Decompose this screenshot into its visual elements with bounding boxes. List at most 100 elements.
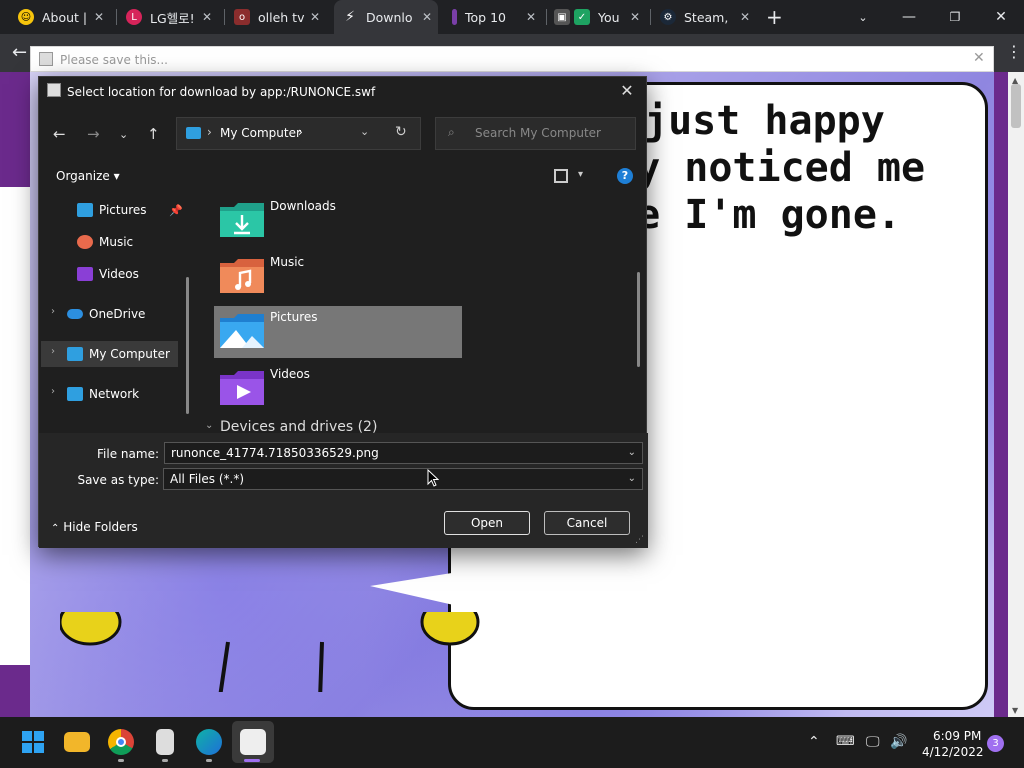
nav-item-pictures[interactable]: Pictures 📌 <box>77 197 217 223</box>
help-icon[interactable]: ? <box>617 168 633 184</box>
plus-icon: + <box>766 5 783 29</box>
chevron-down-icon[interactable]: ⌄ <box>628 473 636 484</box>
flash-app-taskbar-icon[interactable] <box>240 729 266 755</box>
keyboard-icon[interactable]: ⌨ <box>836 734 855 749</box>
scroll-down-icon[interactable]: ▼ <box>1012 706 1018 715</box>
file-name-input[interactable]: runonce_41774.71850336529.png ⌄ <box>164 442 643 464</box>
restore-button[interactable]: ❐ <box>932 0 978 34</box>
hide-folders-toggle[interactable]: ⌃ Hide Folders <box>51 520 138 534</box>
pin-icon[interactable]: 📌 <box>169 204 183 217</box>
steam-favicon-icon: ⚙ <box>660 9 676 25</box>
running-indicator <box>162 759 168 762</box>
folder-music[interactable]: Music <box>214 251 462 303</box>
address-bar[interactable]: › My Computer › ⌄ ↻ <box>176 117 421 150</box>
folder-videos[interactable]: Videos <box>214 363 462 415</box>
lg-favicon-icon: L <box>126 9 142 25</box>
view-options-icon[interactable] <box>554 169 568 183</box>
nav-item-label: OneDrive <box>89 307 146 321</box>
navigation-pane: Pictures 📌 Music Videos › OneDrive › My … <box>39 190 199 430</box>
cards-app-icon[interactable] <box>156 729 174 755</box>
save-as-type-select[interactable]: All Files (*.*) ⌄ <box>163 468 643 490</box>
videos-icon <box>77 267 93 281</box>
volume-icon[interactable]: 🔊 <box>890 734 907 750</box>
olleh-favicon-icon: o <box>234 9 250 25</box>
nav-pane-scrollbar[interactable] <box>186 277 189 414</box>
file-explorer-icon[interactable] <box>64 732 90 752</box>
folder-downloads[interactable]: Downloads <box>214 195 462 247</box>
folder-label: Videos <box>270 367 310 381</box>
notification-badge[interactable]: 3 <box>987 735 1004 752</box>
back-arrow-icon[interactable]: ← <box>12 42 27 63</box>
browser-tab-active[interactable]: ⚡ Downlo ✕ <box>334 0 438 34</box>
page-scrollbar[interactable]: ▲ ▼ <box>1008 72 1024 717</box>
edge-icon[interactable] <box>196 729 222 755</box>
music-icon <box>77 235 93 249</box>
search-input[interactable]: ⌕ Search My Computer <box>435 117 636 150</box>
close-window-button[interactable]: ✕ <box>978 0 1024 34</box>
close-tab-icon[interactable]: ✕ <box>202 10 212 24</box>
save-as-type-value: All Files (*.*) <box>170 472 245 486</box>
close-tab-icon[interactable]: ✕ <box>422 10 432 24</box>
nav-item-videos[interactable]: Videos <box>77 261 217 287</box>
clock-date[interactable]: 4/12/2022 <box>922 745 984 759</box>
expand-chevron-icon[interactable]: › <box>51 306 55 317</box>
refresh-icon[interactable]: ↻ <box>395 124 407 140</box>
close-tab-icon[interactable]: ✕ <box>630 10 640 24</box>
show-hidden-icons-chevron[interactable]: ⌃ <box>808 734 820 750</box>
chevron-up-icon: ⌃ <box>51 523 60 534</box>
folder-pictures[interactable]: Pictures <box>214 306 462 358</box>
up-arrow-icon[interactable]: ↑ <box>147 125 160 143</box>
forward-arrow-icon[interactable]: → <box>87 125 100 143</box>
expand-chevron-icon[interactable]: › <box>51 386 55 397</box>
mouse-cursor-icon <box>427 469 439 487</box>
recent-locations-chevron-icon[interactable]: ⌄ <box>119 128 128 141</box>
browser-tab[interactable]: ☺ About | ✕ <box>18 0 110 34</box>
tab-label: LG헬로! <box>150 10 195 26</box>
organize-menu[interactable]: Organize ▾ <box>56 169 120 183</box>
new-tab-button[interactable]: + <box>766 0 786 34</box>
close-tab-icon[interactable]: ✕ <box>310 10 320 24</box>
expand-chevron-icon[interactable]: › <box>51 346 55 357</box>
chrome-icon[interactable] <box>108 729 134 755</box>
folder-label: Pictures <box>270 310 318 324</box>
network-status-icon[interactable]: 🖵 <box>866 734 880 750</box>
chevron-down-icon[interactable]: ⌄ <box>628 447 636 458</box>
scrollbar-thumb[interactable] <box>1011 84 1021 128</box>
browser-tab[interactable]: ⚙ Steam, ✕ <box>660 0 756 34</box>
minimize-button[interactable]: — <box>886 0 932 34</box>
close-tab-icon[interactable]: ✕ <box>740 10 750 24</box>
tab-search-icon[interactable]: ⌄ <box>840 0 886 34</box>
save-file-dialog: Select location for download by app:/RUN… <box>38 76 648 548</box>
nav-item-label: My Computer <box>89 347 170 361</box>
breadcrumb-chevron-icon: › <box>298 125 303 139</box>
resize-grip-icon[interactable]: ⋰ <box>635 535 644 545</box>
view-dropdown-icon[interactable]: ▾ <box>578 169 583 180</box>
cancel-button[interactable]: Cancel <box>544 511 630 535</box>
videos-folder-icon <box>220 371 264 405</box>
start-button-windows-icon[interactable] <box>20 729 46 755</box>
close-tab-icon[interactable]: ✕ <box>94 10 104 24</box>
flash-window-title: Please save this... <box>60 53 168 67</box>
browser-tab[interactable]: o olleh tv ✕ <box>234 0 326 34</box>
tab-label: You <box>598 9 620 25</box>
back-arrow-icon[interactable]: ← <box>53 125 66 143</box>
breadcrumb-location[interactable]: My Computer <box>220 126 301 140</box>
character-illustration <box>60 612 480 692</box>
address-dropdown-icon[interactable]: ⌄ <box>360 125 369 138</box>
collapse-chevron-icon[interactable]: ⌄ <box>205 420 213 431</box>
clock-time[interactable]: 6:09 PM <box>933 729 981 743</box>
nav-item-music[interactable]: Music <box>77 229 217 255</box>
folder-label: Music <box>270 255 305 269</box>
flash-close-icon[interactable]: ✕ <box>973 50 985 66</box>
browser-tab[interactable]: L LG헬로! ✕ <box>126 0 218 34</box>
dialog-close-icon[interactable]: ✕ <box>616 81 638 100</box>
flash-window-titlebar: Please save this... ✕ <box>30 46 994 72</box>
computer-icon <box>67 347 83 361</box>
open-button[interactable]: Open <box>444 511 530 535</box>
content-scrollbar[interactable] <box>637 272 640 367</box>
browser-tab[interactable]: ▣ ✓ You ✕ <box>554 0 646 34</box>
tab-label: Downlo <box>366 9 413 25</box>
close-tab-icon[interactable]: ✕ <box>526 10 536 24</box>
menu-dots-icon[interactable]: ⋮ <box>1006 42 1022 61</box>
browser-tab[interactable]: Top 10 ✕ <box>446 0 542 34</box>
